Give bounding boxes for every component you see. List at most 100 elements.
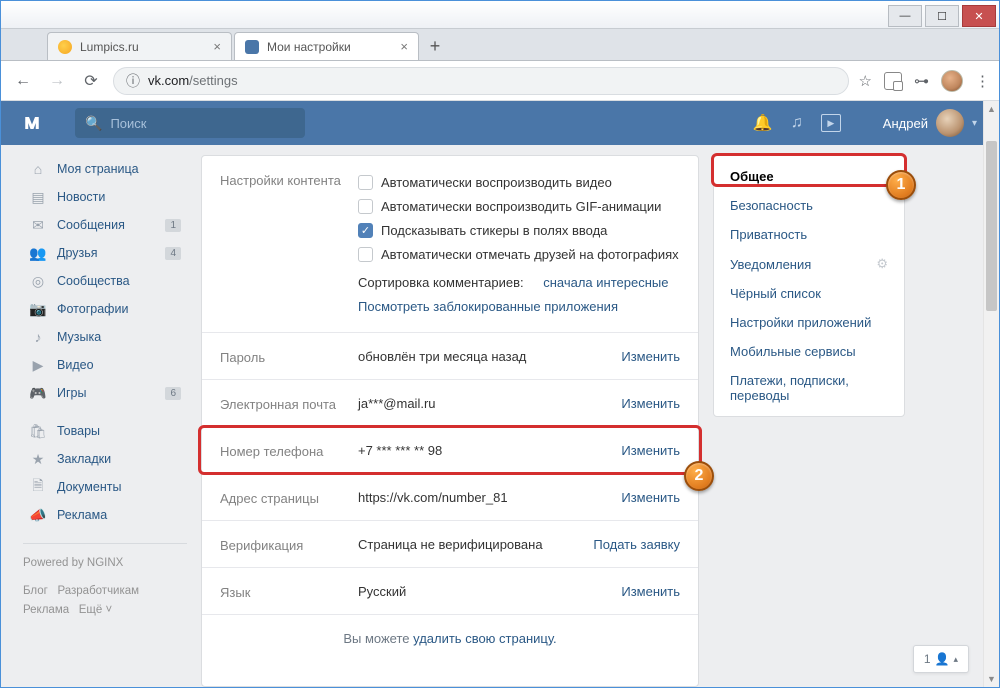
camera-icon: 📷 (29, 301, 47, 318)
footer-link[interactable]: Реклама (23, 604, 69, 616)
message-icon: ✉ (29, 217, 47, 234)
count: 1 (924, 652, 931, 666)
vk-search-input[interactable]: 🔍 Поиск (75, 108, 305, 138)
settings-nav-privacy[interactable]: Приватность (714, 220, 904, 249)
browser-tab-active[interactable]: Мои настройки × (234, 32, 419, 60)
section-label-content: Настройки контента (220, 170, 358, 318)
row-action-link[interactable]: Изменить (621, 349, 680, 364)
delete-prefix: Вы можете (343, 631, 413, 646)
checkbox-autoplay-video[interactable] (358, 175, 373, 190)
checkbox-autoplay-gif[interactable] (358, 199, 373, 214)
settings-nav-security[interactable]: Безопасность (714, 191, 904, 220)
search-placeholder: Поиск (110, 116, 146, 131)
gamepad-icon: 🎮 (29, 385, 47, 402)
scroll-down-icon[interactable]: ▼ (984, 671, 999, 687)
settings-nav-notifications[interactable]: Уведомления⚙ (714, 249, 904, 279)
browser-tab[interactable]: Lumpics.ru × (47, 32, 232, 60)
nav-ads[interactable]: 📣Реклама (23, 501, 187, 529)
key-icon[interactable]: ⊶ (914, 72, 929, 90)
nav-news[interactable]: ▤Новости (23, 183, 187, 211)
nav-bookmarks[interactable]: ★Закладки (23, 445, 187, 473)
nav-games[interactable]: 🎮Игры6 (23, 379, 187, 407)
blocked-apps-link[interactable]: Посмотреть заблокированные приложения (358, 299, 618, 314)
news-icon: ▤ (29, 189, 47, 206)
nav-music[interactable]: ♪Музыка (23, 323, 187, 351)
window-minimize-button[interactable]: — (888, 5, 922, 27)
browser-menu-button[interactable]: ⋮ (975, 72, 989, 90)
row-action-link[interactable]: Изменить (621, 490, 680, 505)
bag-icon: 🛍 (29, 423, 47, 440)
url-input[interactable]: ⓘ vk.com/settings (113, 67, 849, 95)
tab-close-icon[interactable]: × (400, 39, 408, 54)
settings-nav-payments[interactable]: Платежи, подписки, переводы (714, 366, 904, 410)
scroll-up-icon[interactable]: ▲ (984, 101, 999, 117)
music-icon[interactable]: ♫ (791, 114, 803, 132)
bookmark-star-icon[interactable]: ☆ (859, 72, 872, 90)
site-info-icon[interactable]: ⓘ (126, 71, 140, 91)
nav-messages[interactable]: ✉Сообщения1 (23, 211, 187, 239)
footer-link[interactable]: Ещё ˅ (79, 604, 112, 616)
badge: 4 (165, 247, 181, 260)
callout-badge-1: 1 (886, 170, 916, 200)
row-label: Адрес страницы (220, 488, 358, 506)
row-action-link[interactable]: Подать заявку (593, 537, 680, 552)
nav-market[interactable]: 🛍Товары (23, 417, 187, 445)
tab-close-icon[interactable]: × (213, 39, 221, 54)
play-icon[interactable]: ▶ (821, 114, 841, 132)
sort-label: Сортировка комментариев: (358, 275, 524, 290)
vk-user-menu[interactable]: Андрей ▾ (883, 109, 977, 137)
left-footer: Powered by NGINX Блог Разработчикам Рекл… (23, 543, 187, 621)
nav-photos[interactable]: 📷Фотографии (23, 295, 187, 323)
nav-reload-button[interactable]: ⟳ (79, 69, 103, 93)
tab-title: Lumpics.ru (80, 40, 139, 54)
powered-by: Powered by NGINX (23, 554, 187, 574)
row-value: Страница не верифицирована (358, 537, 593, 552)
settings-nav-general[interactable]: Общее (714, 162, 904, 191)
url-domain: vk.com (148, 73, 189, 88)
search-icon: 🔍 (85, 115, 102, 132)
nav-forward-button[interactable]: → (45, 69, 69, 93)
home-icon: ⌂ (29, 161, 47, 177)
profile-avatar-icon[interactable] (941, 70, 963, 92)
checkbox-label: Подсказывать стикеры в полях ввода (381, 223, 607, 238)
footer-link[interactable]: Блог (23, 585, 48, 597)
badge: 6 (165, 387, 181, 400)
window-maximize-button[interactable]: ☐ (925, 5, 959, 27)
chevron-up-icon: ▴ (954, 654, 959, 665)
user-name: Андрей (883, 116, 928, 131)
checkbox-sticker-suggest[interactable]: ✓ (358, 223, 373, 238)
nav-documents[interactable]: 🗎Документы (23, 473, 187, 501)
settings-nav-apps[interactable]: Настройки приложений (714, 308, 904, 337)
nav-communities[interactable]: ◎Сообщества (23, 267, 187, 295)
vk-logo-icon[interactable] (23, 113, 53, 133)
footer-link[interactable]: Разработчикам (57, 585, 139, 597)
row-action-link[interactable]: Изменить (621, 396, 680, 411)
delete-page-link[interactable]: удалить свою страницу. (413, 631, 557, 646)
window-close-button[interactable]: ✕ (962, 5, 996, 27)
friends-icon: 👥 (29, 245, 47, 262)
row-label: Верификация (220, 535, 358, 553)
url-path: /settings (189, 73, 237, 88)
settings-nav-mobile[interactable]: Мобильные сервисы (714, 337, 904, 366)
settings-card: Настройки контента Автоматически воспрои… (201, 155, 699, 687)
scroll-thumb[interactable] (986, 141, 997, 311)
scrollbar[interactable]: ▲ ▼ (983, 101, 999, 687)
sort-value-link[interactable]: сначала интересные (543, 275, 668, 290)
nav-video[interactable]: ▶Видео (23, 351, 187, 379)
row-value: https://vk.com/number_81 (358, 490, 621, 505)
nav-my-page[interactable]: ⌂Моя страница (23, 155, 187, 183)
avatar (936, 109, 964, 137)
new-tab-button[interactable]: + (421, 32, 449, 60)
extension-icon[interactable] (884, 72, 902, 90)
friends-widget[interactable]: 1 👤 ▴ (913, 645, 969, 673)
gear-icon[interactable]: ⚙ (876, 256, 888, 272)
row-action-link[interactable]: Изменить (621, 443, 680, 458)
checkbox-label: Автоматически воспроизводить GIF-анимаци… (381, 199, 661, 214)
settings-nav-blacklist[interactable]: Чёрный список (714, 279, 904, 308)
checkbox-tag-friends[interactable] (358, 247, 373, 262)
nav-back-button[interactable]: ← (11, 69, 35, 93)
nav-friends[interactable]: 👥Друзья4 (23, 239, 187, 267)
row-action-link[interactable]: Изменить (621, 584, 680, 599)
video-icon: ▶ (29, 357, 47, 374)
notifications-icon[interactable]: 🔔 (753, 113, 773, 133)
